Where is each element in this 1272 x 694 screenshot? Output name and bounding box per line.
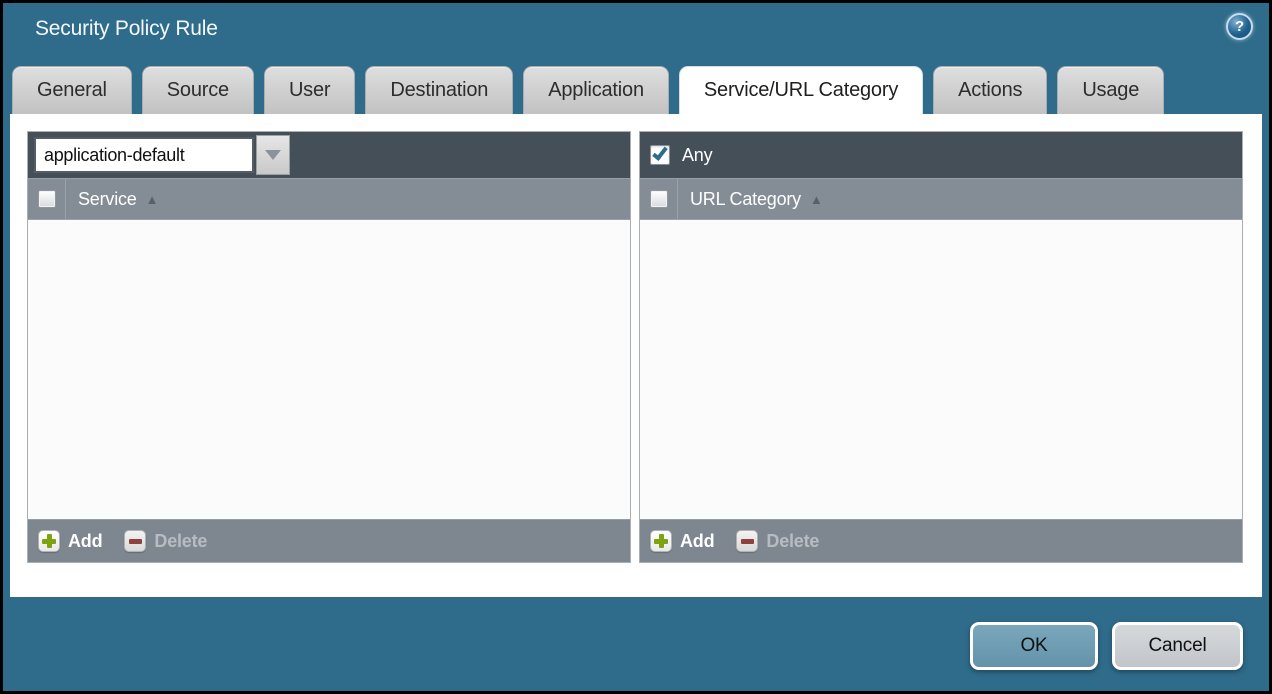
minus-icon bbox=[736, 530, 758, 552]
service-type-dropdown-button[interactable] bbox=[256, 135, 290, 175]
service-select-all-checkbox[interactable] bbox=[38, 190, 56, 208]
service-delete-label: Delete bbox=[154, 531, 207, 552]
plus-icon bbox=[38, 530, 60, 552]
service-panel: application-default Service ▲ bbox=[27, 131, 631, 563]
service-delete-button[interactable]: Delete bbox=[124, 530, 207, 552]
tab-source[interactable]: Source bbox=[142, 66, 254, 114]
service-column-label[interactable]: Service ▲ bbox=[78, 189, 158, 210]
service-add-button[interactable]: Add bbox=[38, 530, 102, 552]
any-label: Any bbox=[682, 145, 712, 166]
url-category-panel: Any URL Category ▲ bbox=[639, 131, 1243, 563]
url-category-panel-header: Any bbox=[640, 132, 1242, 178]
security-policy-rule-dialog: Security Policy Rule ? General Source Us… bbox=[0, 0, 1272, 694]
any-checkbox[interactable] bbox=[650, 145, 670, 165]
tab-general[interactable]: General bbox=[12, 66, 132, 114]
checkmark-icon bbox=[652, 144, 668, 161]
tab-user[interactable]: User bbox=[264, 66, 355, 114]
tab-application[interactable]: Application bbox=[523, 66, 669, 114]
tab-actions[interactable]: Actions bbox=[933, 66, 1047, 114]
help-glyph: ? bbox=[1235, 18, 1244, 35]
dialog-footer: OK Cancel bbox=[970, 622, 1243, 670]
service-add-label: Add bbox=[68, 531, 102, 552]
url-category-select-all-checkbox[interactable] bbox=[650, 190, 668, 208]
url-category-toolbar: Add Delete bbox=[640, 519, 1242, 562]
url-category-list-body[interactable] bbox=[640, 220, 1242, 519]
url-category-column-label[interactable]: URL Category ▲ bbox=[690, 189, 823, 210]
tab-content: application-default Service ▲ bbox=[10, 114, 1262, 597]
tab-service-url-category[interactable]: Service/URL Category bbox=[679, 66, 923, 114]
url-category-add-button[interactable]: Add bbox=[650, 530, 714, 552]
service-list-body[interactable] bbox=[28, 220, 630, 519]
url-category-delete-button[interactable]: Delete bbox=[736, 530, 819, 552]
service-column-header: Service ▲ bbox=[28, 178, 630, 220]
service-type-dropdown-value[interactable]: application-default bbox=[34, 137, 254, 173]
cancel-button[interactable]: Cancel bbox=[1112, 622, 1243, 670]
dialog-title: Security Policy Rule bbox=[35, 17, 218, 41]
url-category-select-all-cell bbox=[640, 179, 678, 219]
tab-bar: General Source User Destination Applicat… bbox=[12, 66, 1174, 114]
help-icon[interactable]: ? bbox=[1226, 13, 1253, 40]
service-type-dropdown[interactable]: application-default bbox=[34, 135, 290, 175]
url-category-column-header: URL Category ▲ bbox=[640, 178, 1242, 220]
tab-usage[interactable]: Usage bbox=[1057, 66, 1164, 114]
ok-button[interactable]: OK bbox=[970, 622, 1098, 670]
sort-asc-icon: ▲ bbox=[146, 192, 159, 207]
service-column-text: Service bbox=[78, 189, 137, 210]
service-panel-header: application-default bbox=[28, 132, 630, 178]
sort-asc-icon: ▲ bbox=[810, 192, 823, 207]
dialog-background: Security Policy Rule ? General Source Us… bbox=[3, 3, 1269, 691]
service-select-all-cell bbox=[28, 179, 66, 219]
minus-icon bbox=[124, 530, 146, 552]
tab-destination[interactable]: Destination bbox=[365, 66, 513, 114]
service-toolbar: Add Delete bbox=[28, 519, 630, 562]
plus-icon bbox=[650, 530, 672, 552]
url-category-column-text: URL Category bbox=[690, 189, 801, 210]
chevron-down-icon bbox=[265, 150, 281, 160]
url-category-delete-label: Delete bbox=[766, 531, 819, 552]
url-category-add-label: Add bbox=[680, 531, 714, 552]
